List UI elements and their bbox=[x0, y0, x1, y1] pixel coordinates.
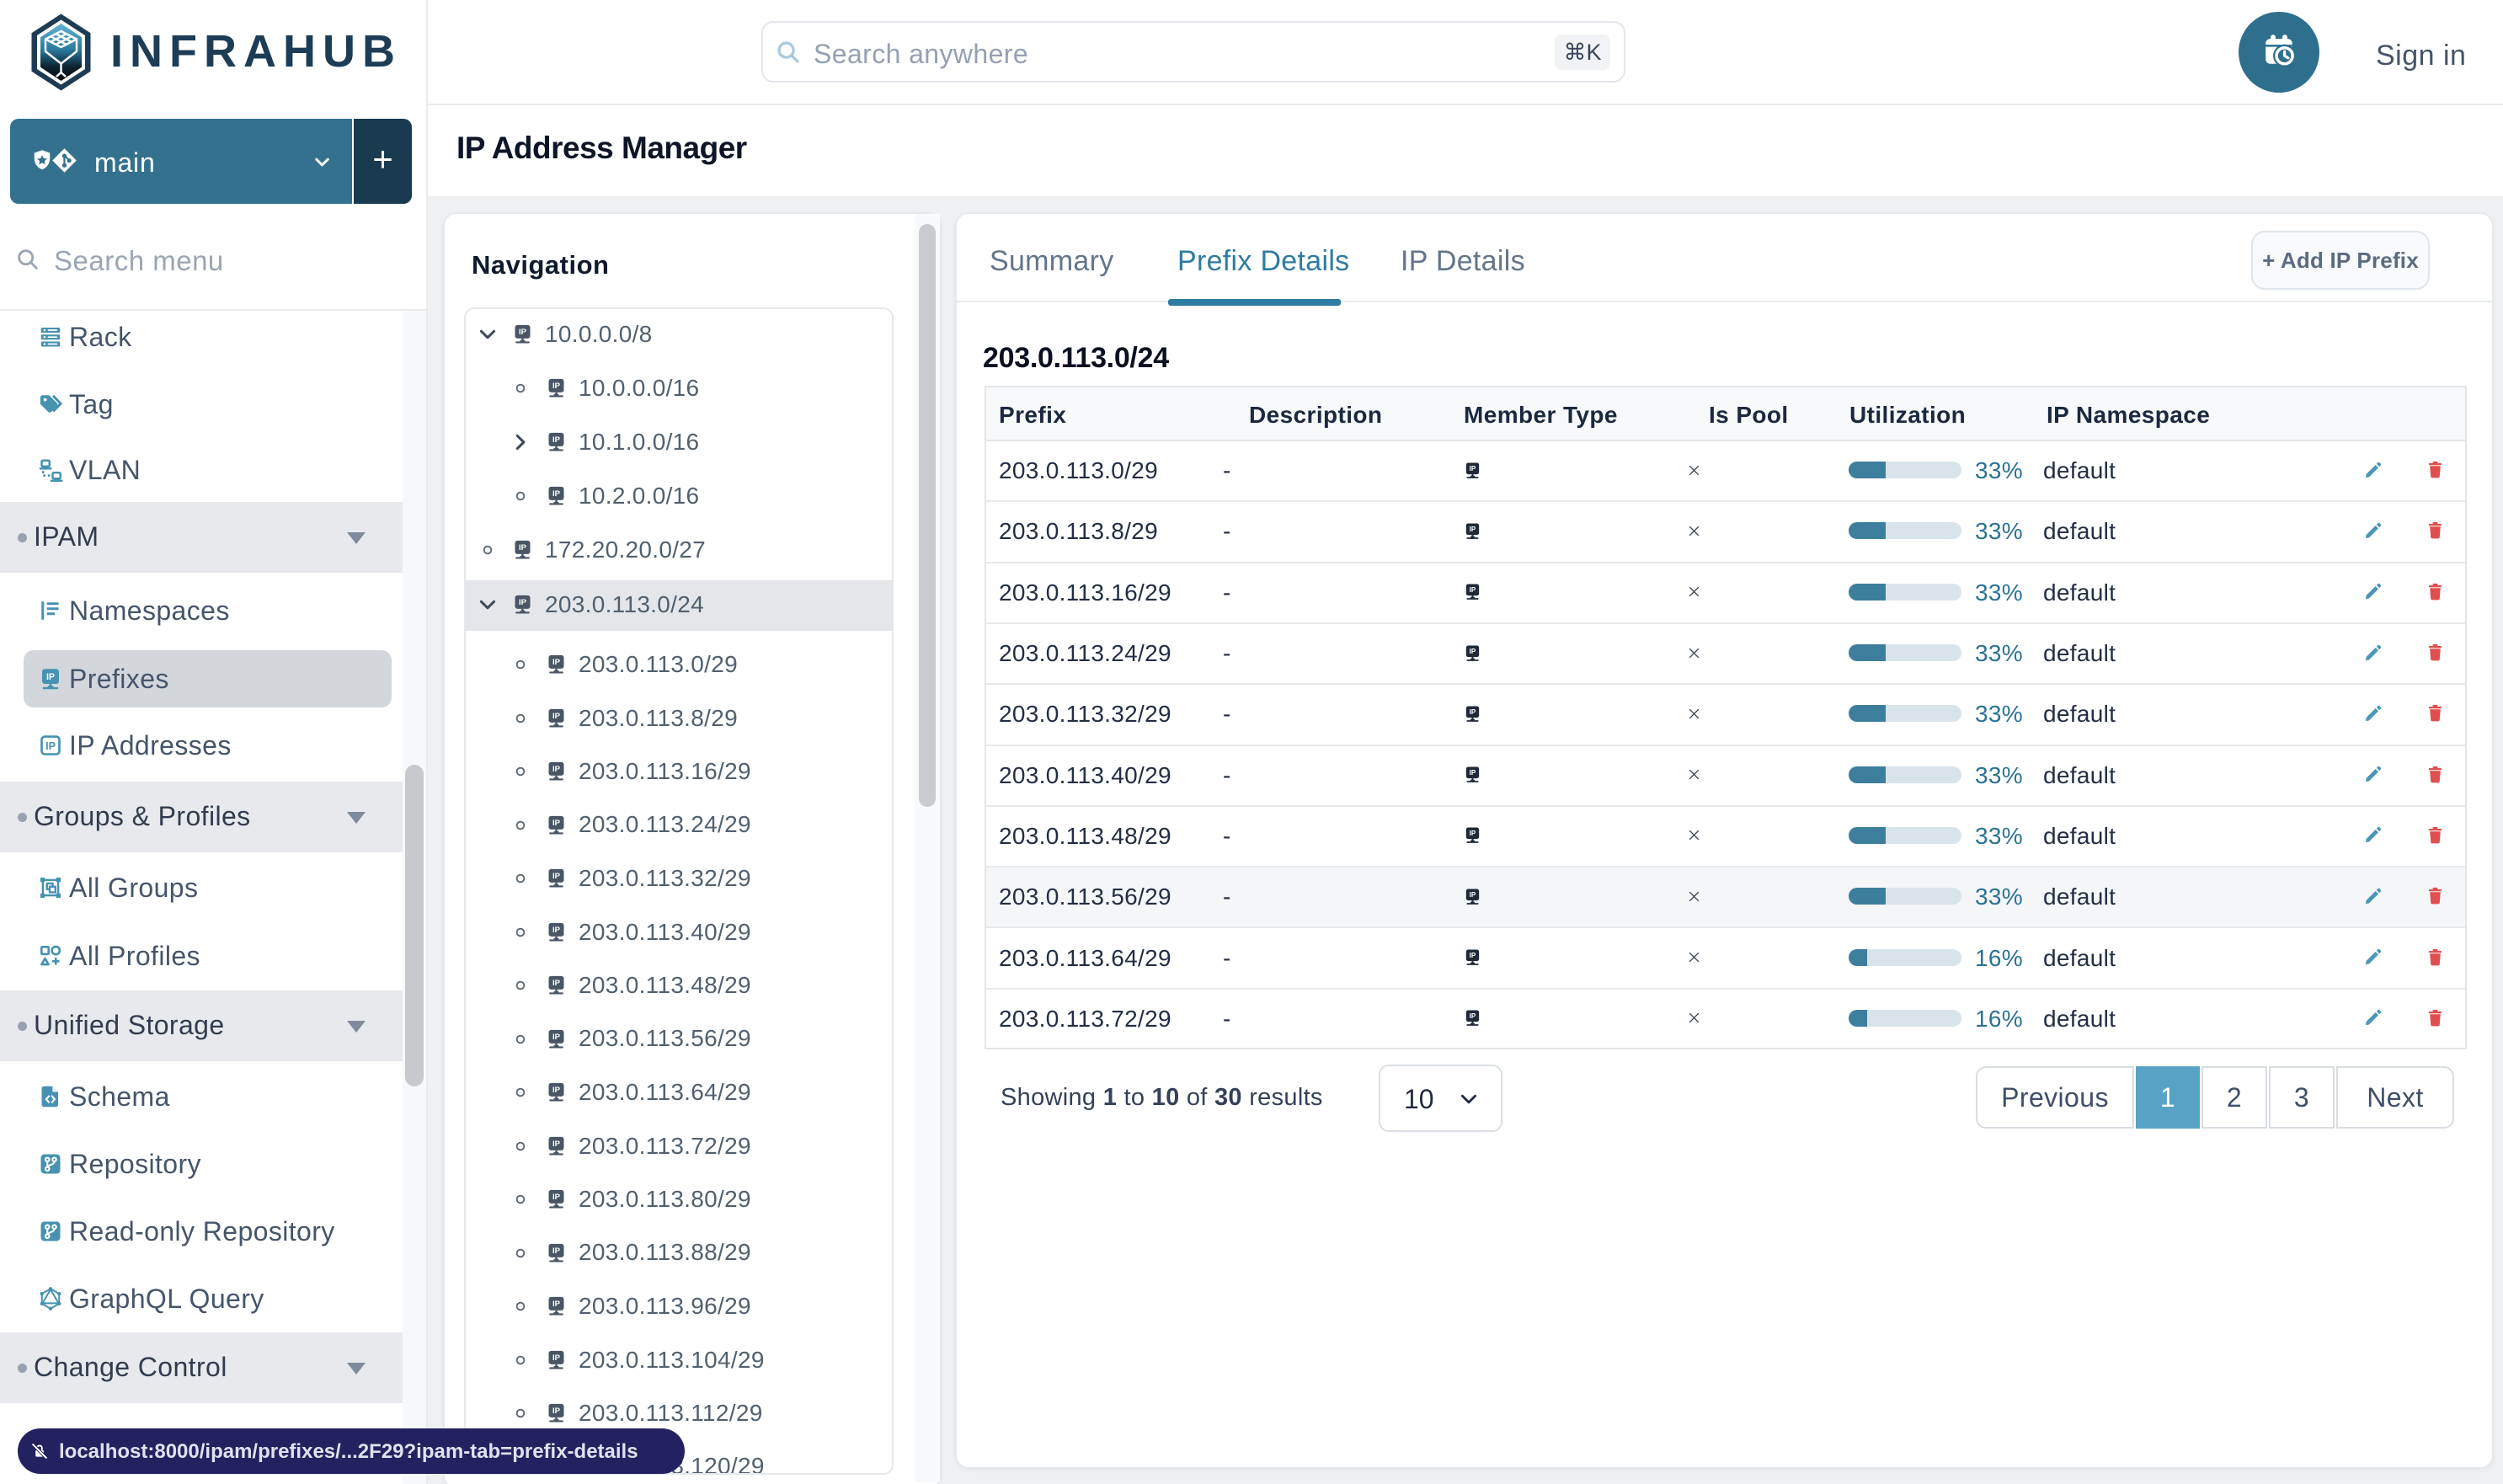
svg-text:IP: IP bbox=[552, 712, 561, 721]
svg-text:IP: IP bbox=[552, 1140, 561, 1149]
svg-text:IP: IP bbox=[552, 765, 561, 774]
svg-text:IP: IP bbox=[552, 1246, 561, 1256]
svg-text:IP: IP bbox=[519, 598, 527, 607]
svg-text:IP: IP bbox=[1470, 465, 1476, 472]
svg-text:IP: IP bbox=[1470, 708, 1476, 716]
svg-text:IP: IP bbox=[552, 1353, 561, 1363]
svg-text:IP: IP bbox=[552, 1086, 561, 1095]
svg-text:IP: IP bbox=[552, 979, 561, 988]
svg-text:IP: IP bbox=[552, 1193, 561, 1202]
svg-text:IP: IP bbox=[1470, 830, 1476, 838]
svg-text:IP: IP bbox=[552, 1033, 561, 1042]
svg-text:IP: IP bbox=[552, 382, 561, 391]
svg-text:IP: IP bbox=[1470, 526, 1476, 533]
svg-text:IP: IP bbox=[552, 819, 561, 828]
svg-text:IP: IP bbox=[552, 1300, 561, 1309]
svg-text:IP: IP bbox=[552, 435, 561, 445]
svg-text:IP: IP bbox=[1470, 891, 1476, 899]
svg-text:IP: IP bbox=[552, 1407, 561, 1416]
svg-text:IP: IP bbox=[552, 926, 561, 935]
svg-text:IP: IP bbox=[46, 672, 55, 682]
svg-text:IP: IP bbox=[1470, 648, 1476, 655]
svg-text:IP: IP bbox=[552, 489, 561, 499]
svg-text:IP: IP bbox=[552, 872, 561, 881]
svg-text:IP: IP bbox=[1470, 952, 1476, 959]
svg-text:IP: IP bbox=[1470, 769, 1476, 777]
svg-text:IP: IP bbox=[519, 328, 527, 337]
svg-text:IP: IP bbox=[1470, 586, 1476, 594]
svg-text:IP: IP bbox=[519, 543, 527, 552]
svg-text:IP: IP bbox=[45, 740, 56, 752]
svg-text:IP: IP bbox=[1470, 1012, 1476, 1020]
svg-text:IP: IP bbox=[552, 658, 561, 667]
